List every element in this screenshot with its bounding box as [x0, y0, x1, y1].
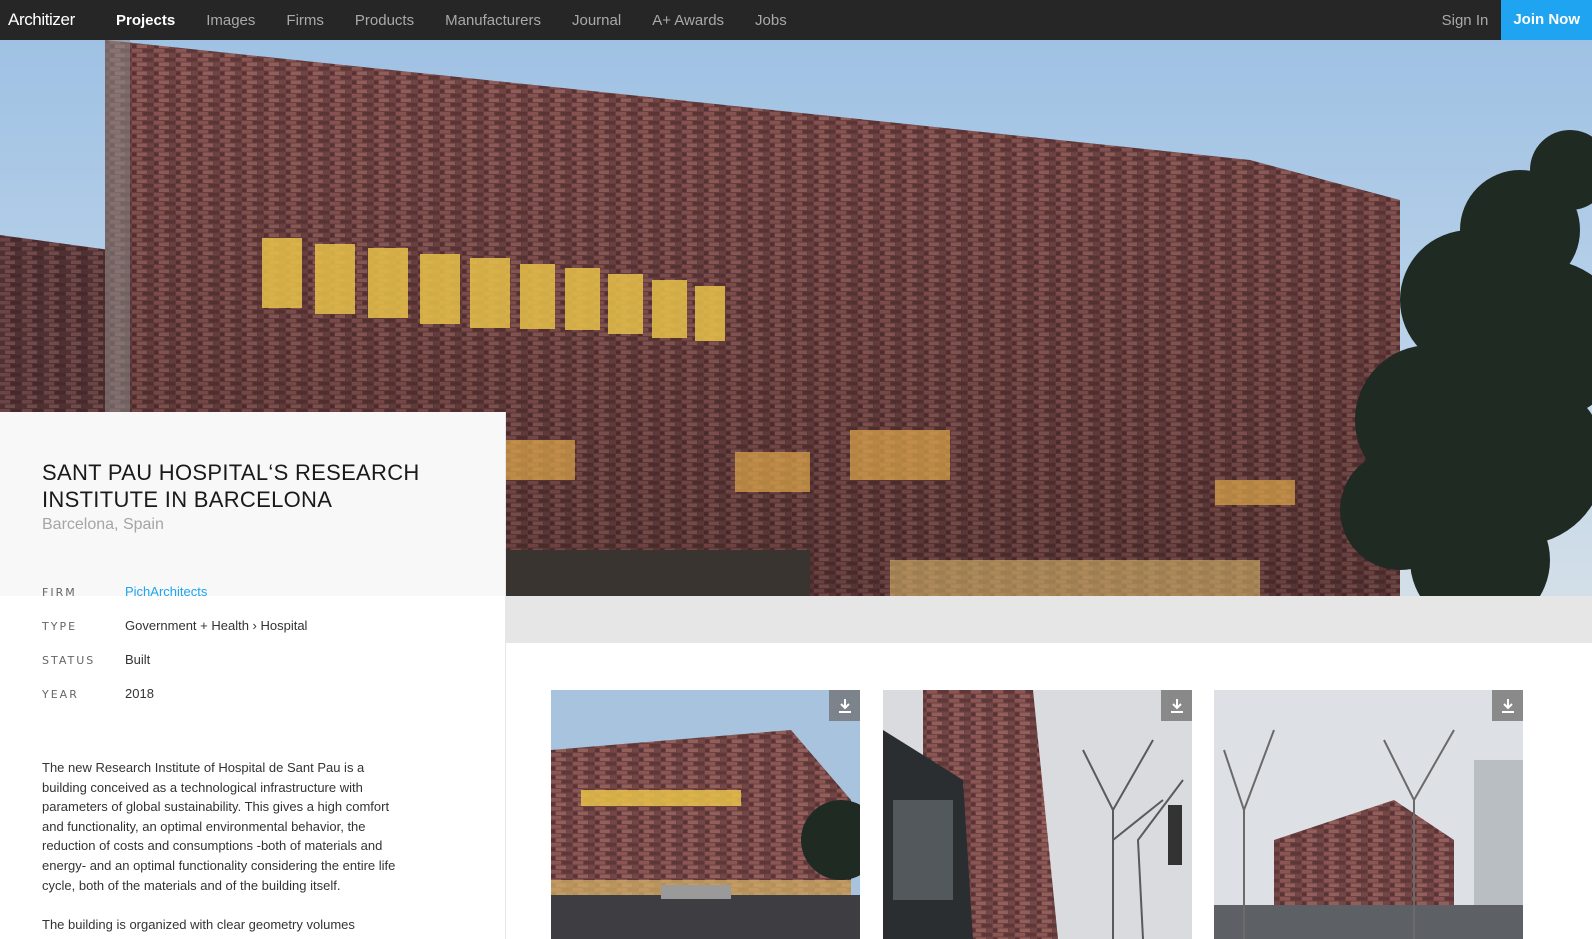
nav-account: Sign In Join Now: [1442, 0, 1592, 40]
project-info-panel: SANT PAU HOSPITAL‘S RESEARCH INSTITUTE I…: [0, 412, 506, 939]
download-button[interactable]: [829, 690, 860, 721]
join-now-button[interactable]: Join Now: [1501, 0, 1592, 40]
download-button[interactable]: [1161, 690, 1192, 721]
type-value[interactable]: Government + Health › Hospital: [125, 618, 307, 633]
meta-status: STATUS Built: [42, 652, 150, 667]
nav-images[interactable]: Images: [206, 12, 255, 29]
thumbnail-photo: [1214, 690, 1523, 939]
meta-label: FIRM: [42, 586, 77, 599]
meta-type: TYPE Government + Health › Hospital: [42, 618, 307, 633]
project-description-continued: The building is organized with clear geo…: [42, 917, 355, 932]
download-icon: [1501, 698, 1514, 713]
top-navigation: Architizer Projects Images Firms Product…: [0, 0, 1592, 40]
nav-awards[interactable]: A+ Awards: [652, 12, 724, 29]
year-value: 2018: [125, 686, 154, 701]
project-description: The new Research Institute of Hospital d…: [42, 760, 396, 893]
nav-projects[interactable]: Projects: [116, 12, 175, 29]
thumbnail-photo: [551, 690, 860, 939]
download-button[interactable]: [1492, 690, 1523, 721]
sign-in-link[interactable]: Sign In: [1442, 12, 1489, 29]
project-title: SANT PAU HOSPITAL‘S RESEARCH INSTITUTE I…: [42, 460, 420, 512]
meta-label: TYPE: [42, 620, 78, 633]
download-icon: [838, 698, 851, 713]
hero-bottom-strip: [505, 596, 1592, 643]
nav-products[interactable]: Products: [355, 12, 414, 29]
architizer-logo[interactable]: Architizer: [8, 10, 98, 30]
nav-jobs[interactable]: Jobs: [755, 12, 787, 29]
status-value: Built: [125, 652, 151, 667]
project-location[interactable]: Barcelona, Spain: [42, 516, 164, 534]
firm-link[interactable]: PichArchitects: [125, 584, 207, 599]
nav-manufacturers[interactable]: Manufacturers: [445, 12, 541, 29]
download-icon: [1170, 698, 1183, 713]
meta-label: YEAR: [42, 688, 79, 701]
nav-journal[interactable]: Journal: [572, 12, 621, 29]
gallery-thumbnail[interactable]: [551, 690, 860, 939]
meta-label: STATUS: [42, 654, 96, 667]
thumbnail-photo: [883, 690, 1192, 939]
meta-year: YEAR 2018: [42, 686, 154, 701]
gallery-thumbnail[interactable]: [1214, 690, 1523, 939]
meta-firm: FIRM PichArchitects: [42, 584, 207, 599]
gallery-thumbnail[interactable]: [883, 690, 1192, 939]
nav-firms[interactable]: Firms: [286, 12, 324, 29]
